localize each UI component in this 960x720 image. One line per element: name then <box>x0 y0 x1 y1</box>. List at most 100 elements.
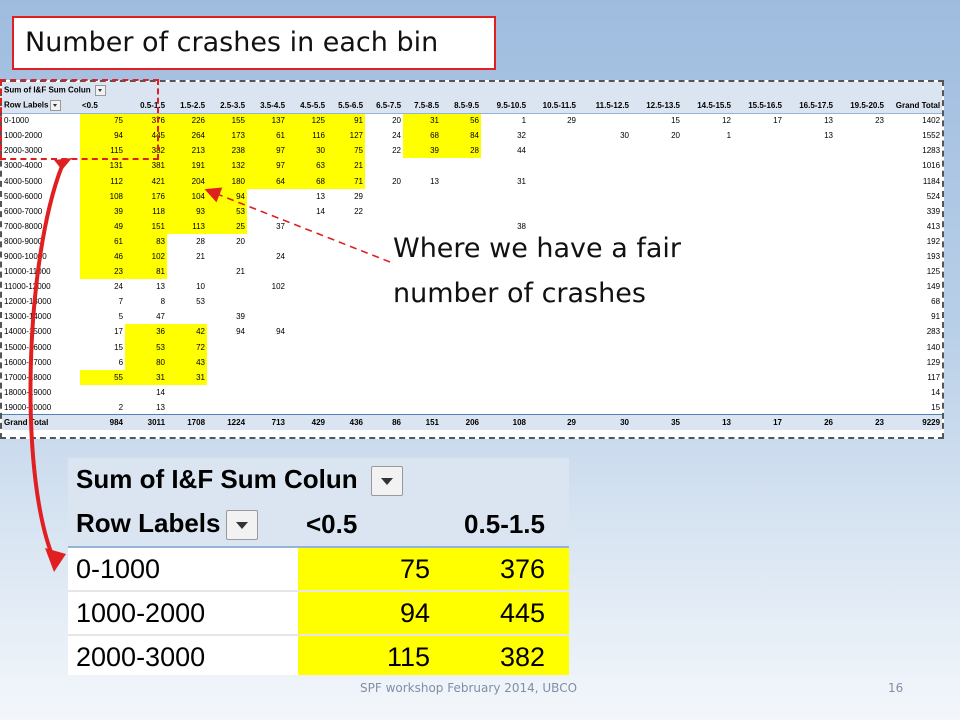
table-cell <box>481 204 528 219</box>
grand-total-cell: 1708 <box>167 414 208 431</box>
table-cell: 191 <box>167 158 208 174</box>
zoom-table-cell: 382 <box>438 635 553 675</box>
column-header: 9.5-10.5 <box>481 98 529 114</box>
table-row: 3000-4000 131 381 191 132 97 63 21 1016 <box>2 158 942 174</box>
table-cell <box>682 143 733 158</box>
column-header: 6.5-7.5 <box>365 98 404 114</box>
column-header: 7.5-8.5 <box>403 98 442 114</box>
table-cell <box>784 219 835 234</box>
table-cell: 102 <box>271 282 286 292</box>
column-header: 2.5-3.5 <box>207 98 248 114</box>
table-cell <box>784 370 835 385</box>
table-cell: 2 <box>118 402 124 412</box>
column-header: Grand Total <box>886 98 942 114</box>
table-cell <box>784 143 835 158</box>
zoom-row-label: 2000-3000 <box>68 635 298 675</box>
grand-total-cell: 206 <box>441 414 482 431</box>
table-cell <box>403 158 441 173</box>
table-cell: 1184 <box>922 176 941 186</box>
table-cell <box>441 173 481 188</box>
table-cell <box>327 370 365 385</box>
table-cell <box>247 189 287 204</box>
table-cell <box>441 370 481 385</box>
table-cell <box>578 158 631 173</box>
slide-title: Number of crashes in each bin <box>12 16 496 70</box>
table-cell <box>733 249 784 264</box>
table-cell: 22 <box>392 146 402 156</box>
table-cell: 13 <box>430 176 440 186</box>
grand-total-cell: 29 <box>528 414 579 431</box>
table-cell <box>733 204 784 219</box>
row-label: 7000-8000 <box>4 221 43 231</box>
zoom-column-header: <0.5 <box>298 502 438 548</box>
table-cell <box>682 158 733 173</box>
table-cell: 53 <box>125 339 168 355</box>
table-cell: 14 <box>156 387 166 397</box>
zoom-connector-arrowhead <box>45 548 66 572</box>
table-cell <box>327 340 365 355</box>
table-cell: 524 <box>926 191 941 201</box>
table-cell: 23 <box>875 116 885 126</box>
table-cell <box>167 309 207 324</box>
table-cell <box>631 173 682 188</box>
table-cell: 12 <box>722 116 732 126</box>
table-cell: 75 <box>327 143 366 159</box>
table-cell: 21 <box>196 251 206 261</box>
table-cell <box>835 158 886 173</box>
table-cell <box>207 385 247 400</box>
table-row: 14000-15000 17 36 42 94 94 283 <box>2 324 942 340</box>
table-cell <box>365 385 403 400</box>
zoom-title-row: Sum of I&F Sum Colun <box>68 458 569 502</box>
table-cell <box>631 385 682 400</box>
table-cell <box>167 264 207 279</box>
table-cell: 20 <box>392 116 402 126</box>
table-cell <box>403 385 441 400</box>
table-cell <box>578 189 631 204</box>
table-cell <box>247 355 287 370</box>
row-label: 4000-5000 <box>4 176 43 186</box>
table-cell: 97 <box>247 143 288 159</box>
grand-total-cell: 1224 <box>207 414 248 431</box>
table-cell: 118 <box>125 203 168 219</box>
table-cell <box>578 370 631 385</box>
zoom-row-dropdown-icon[interactable] <box>226 510 259 541</box>
zoom-table-row: 1000-2000 94 445 <box>68 591 569 636</box>
annotation-line-1: Where we have a fair <box>393 233 682 264</box>
table-cell <box>784 400 835 415</box>
table-cell <box>327 234 365 249</box>
grand-total-row: Grand Total 984 3011 1708 1224 713 429 436 86 151… <box>2 414 942 431</box>
grand-total-cell: 17 <box>733 414 785 431</box>
table-cell <box>441 385 481 400</box>
table-cell: 31 <box>403 113 442 129</box>
table-cell <box>481 158 528 173</box>
table-cell <box>733 143 784 158</box>
table-cell <box>207 294 247 309</box>
table-cell <box>631 143 682 158</box>
table-row: 6000-7000 39 118 93 53 14 22 339 <box>2 203 942 219</box>
table-row: 19000-20000 2 13 15 <box>2 400 942 415</box>
table-cell <box>733 219 784 234</box>
table-cell: 108 <box>80 188 126 204</box>
table-cell: 53 <box>196 297 206 307</box>
table-cell <box>365 340 403 355</box>
table-cell <box>441 324 481 339</box>
table-cell <box>835 294 886 309</box>
zoom-table-cell: 94 <box>298 591 438 636</box>
table-cell <box>682 355 733 370</box>
table-cell: 68 <box>931 297 941 307</box>
grand-total-cell: 30 <box>578 414 632 431</box>
table-cell: 94 <box>276 327 286 337</box>
table-cell <box>682 173 733 188</box>
table-cell <box>631 324 682 339</box>
grand-total-cell: 108 <box>481 414 529 431</box>
table-cell: 116 <box>287 128 328 144</box>
table-cell: 1552 <box>922 131 941 141</box>
table-cell: 132 <box>207 158 248 174</box>
table-cell: 36 <box>125 324 168 340</box>
zoom-column-dropdown-icon[interactable] <box>370 466 403 497</box>
table-cell <box>528 173 578 188</box>
table-cell: 61 <box>247 128 288 144</box>
grand-total-cell: 86 <box>365 414 404 431</box>
table-cell <box>784 294 835 309</box>
table-cell <box>835 355 886 370</box>
